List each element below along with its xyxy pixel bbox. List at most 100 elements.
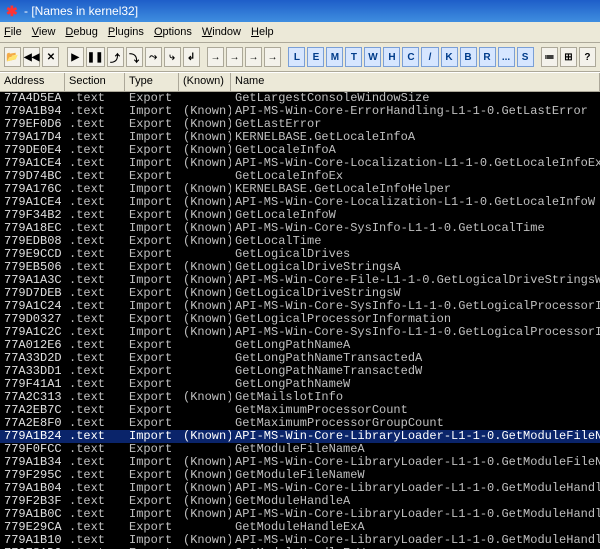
table-row[interactable]: 779DE0E4.textExport(Known)GetLocaleInfoA: [0, 144, 600, 157]
table-row[interactable]: 77A4D5EA.textExportGetLargestConsoleWind…: [0, 92, 600, 105]
cell-section: .text: [65, 261, 125, 274]
table-row[interactable]: 779A1B10.textImport(Known)API-MS-Win-Cor…: [0, 534, 600, 547]
cell-address: 779A1B24: [0, 430, 65, 443]
toolbar-button[interactable]: ✕: [42, 47, 59, 67]
cell-type: Export: [125, 313, 179, 326]
cell-known: (Known): [179, 196, 231, 209]
menu-debug[interactable]: Debug: [65, 26, 97, 38]
table-row[interactable]: 779D74BC.textExportGetLocaleInfoEx: [0, 170, 600, 183]
table-row[interactable]: 77A33D2D.textExportGetLongPathNameTransa…: [0, 352, 600, 365]
toolbar-button[interactable]: ...: [498, 47, 515, 67]
header-known[interactable]: (Known): [179, 73, 231, 91]
toolbar-button[interactable]: S: [517, 47, 534, 67]
menu-window[interactable]: Window: [202, 26, 241, 38]
names-grid[interactable]: 77A4D5EA.textExportGetLargestConsoleWind…: [0, 92, 600, 549]
table-row[interactable]: 779A176C.textImport(Known)KERNELBASE.Get…: [0, 183, 600, 196]
toolbar-button[interactable]: 📂: [4, 47, 21, 67]
table-row[interactable]: 779F295C.textExport(Known)GetModuleFileN…: [0, 469, 600, 482]
toolbar-button[interactable]: ⊞: [560, 47, 577, 67]
table-row[interactable]: 779A1B04.textImport(Known)API-MS-Win-Cor…: [0, 482, 600, 495]
table-row[interactable]: 779EDB08.textExport(Known)GetLocalTime: [0, 235, 600, 248]
toolbar-button[interactable]: E: [307, 47, 324, 67]
cell-section: .text: [65, 365, 125, 378]
toolbar-button[interactable]: K: [441, 47, 458, 67]
table-row[interactable]: 779A1B94.textImport(Known)API-MS-Win-Cor…: [0, 105, 600, 118]
toolbar-button[interactable]: →: [207, 47, 224, 67]
table-row[interactable]: 779A17D4.textImport(Known)KERNELBASE.Get…: [0, 131, 600, 144]
table-row[interactable]: 77A012E6.textExportGetLongPathNameA: [0, 339, 600, 352]
table-row[interactable]: 77A33DD1.textExportGetLongPathNameTransa…: [0, 365, 600, 378]
toolbar-button[interactable]: ⤳: [145, 47, 162, 67]
toolbar-button[interactable]: ⤷: [164, 47, 181, 67]
table-row[interactable]: 779F0FCC.textExportGetModuleFileNameA: [0, 443, 600, 456]
cell-known: [179, 443, 231, 456]
toolbar-button[interactable]: →: [226, 47, 243, 67]
toolbar-button[interactable]: ▶: [67, 47, 84, 67]
cell-section: .text: [65, 404, 125, 417]
menu-view[interactable]: View: [32, 26, 56, 38]
table-row[interactable]: 779D7DEB.textExport(Known)GetLogicalDriv…: [0, 287, 600, 300]
cell-address: 779F41A1: [0, 378, 65, 391]
table-row[interactable]: 779A1A3C.textImport(Known)API-MS-Win-Cor…: [0, 274, 600, 287]
toolbar-button[interactable]: B: [460, 47, 477, 67]
cell-address: 779A1A3C: [0, 274, 65, 287]
table-row[interactable]: 779F2B3F.textExport(Known)GetModuleHandl…: [0, 495, 600, 508]
menu-file[interactable]: File: [4, 26, 22, 38]
table-row[interactable]: 77A2E8F0.textExportGetMaximumProcessorGr…: [0, 417, 600, 430]
table-row[interactable]: 779D0327.textExport(Known)GetLogicalProc…: [0, 313, 600, 326]
app-icon: ✱: [6, 4, 20, 18]
cell-section: .text: [65, 339, 125, 352]
toolbar-button[interactable]: T: [345, 47, 362, 67]
cell-name: API-MS-Win-Core-LibraryLoader-L1-1-0.Get…: [231, 534, 600, 547]
table-row[interactable]: 779EB506.textExport(Known)GetLogicalDriv…: [0, 261, 600, 274]
table-row[interactable]: 77A2EB7C.textExportGetMaximumProcessorCo…: [0, 404, 600, 417]
toolbar-button[interactable]: C: [402, 47, 419, 67]
table-row[interactable]: 779E29CA.textExportGetModuleHandleExA: [0, 521, 600, 534]
toolbar-button[interactable]: ≔: [541, 47, 558, 67]
toolbar-button[interactable]: →: [245, 47, 262, 67]
cell-name: GetMaximumProcessorCount: [231, 404, 600, 417]
table-row[interactable]: 779A1C24.textImport(Known)API-MS-Win-Cor…: [0, 300, 600, 313]
toolbar-button[interactable]: /: [421, 47, 438, 67]
toolbar-button[interactable]: M: [326, 47, 343, 67]
header-name[interactable]: Name: [231, 73, 600, 91]
toolbar-button[interactable]: ◀◀: [23, 47, 40, 67]
table-row[interactable]: 779A1B0C.textImport(Known)API-MS-Win-Cor…: [0, 508, 600, 521]
toolbar-button[interactable]: ⤵: [126, 47, 143, 67]
toolbar-button[interactable]: R: [479, 47, 496, 67]
table-row[interactable]: 779E9CCD.textExportGetLogicalDrives: [0, 248, 600, 261]
toolbar-button[interactable]: W: [364, 47, 381, 67]
table-row[interactable]: 779A1B34.textImport(Known)API-MS-Win-Cor…: [0, 456, 600, 469]
menu-plugins[interactable]: Plugins: [108, 26, 144, 38]
cell-known: (Known): [179, 391, 231, 404]
table-row[interactable]: 779A1B24.textImport(Known)API-MS-Win-Cor…: [0, 430, 600, 443]
header-address[interactable]: Address: [0, 73, 65, 91]
header-type[interactable]: Type: [125, 73, 179, 91]
header-section[interactable]: Section: [65, 73, 125, 91]
table-row[interactable]: 779F34B2.textExport(Known)GetLocaleInfoW: [0, 209, 600, 222]
cell-known: [179, 92, 231, 105]
toolbar-button[interactable]: ❚❚: [86, 47, 105, 67]
cell-known: (Known): [179, 313, 231, 326]
cell-name: GetLongPathNameTransactedW: [231, 365, 600, 378]
table-row[interactable]: 77A2C313.textExport(Known)GetMailslotInf…: [0, 391, 600, 404]
cell-type: Export: [125, 521, 179, 534]
cell-type: Export: [125, 352, 179, 365]
table-row[interactable]: 779EF0D6.textExport(Known)GetLastError: [0, 118, 600, 131]
cell-type: Export: [125, 417, 179, 430]
menu-help[interactable]: Help: [251, 26, 274, 38]
menu-options[interactable]: Options: [154, 26, 192, 38]
table-row[interactable]: 779A18EC.textImport(Known)API-MS-Win-Cor…: [0, 222, 600, 235]
cell-type: Import: [125, 105, 179, 118]
table-row[interactable]: 779A1C2C.textImport(Known)API-MS-Win-Cor…: [0, 326, 600, 339]
toolbar-button[interactable]: ↲: [183, 47, 200, 67]
table-row[interactable]: 779A1CE4.textImport(Known)API-MS-Win-Cor…: [0, 196, 600, 209]
toolbar-button[interactable]: ?: [579, 47, 596, 67]
table-row[interactable]: 779A1CE4.textImport(Known)API-MS-Win-Cor…: [0, 157, 600, 170]
toolbar-button[interactable]: L: [288, 47, 305, 67]
table-row[interactable]: 779F41A1.textExportGetLongPathNameW: [0, 378, 600, 391]
toolbar-button[interactable]: ⤴: [107, 47, 124, 67]
toolbar-button[interactable]: H: [383, 47, 400, 67]
cell-address: 779EDB08: [0, 235, 65, 248]
toolbar-button[interactable]: →: [264, 47, 281, 67]
